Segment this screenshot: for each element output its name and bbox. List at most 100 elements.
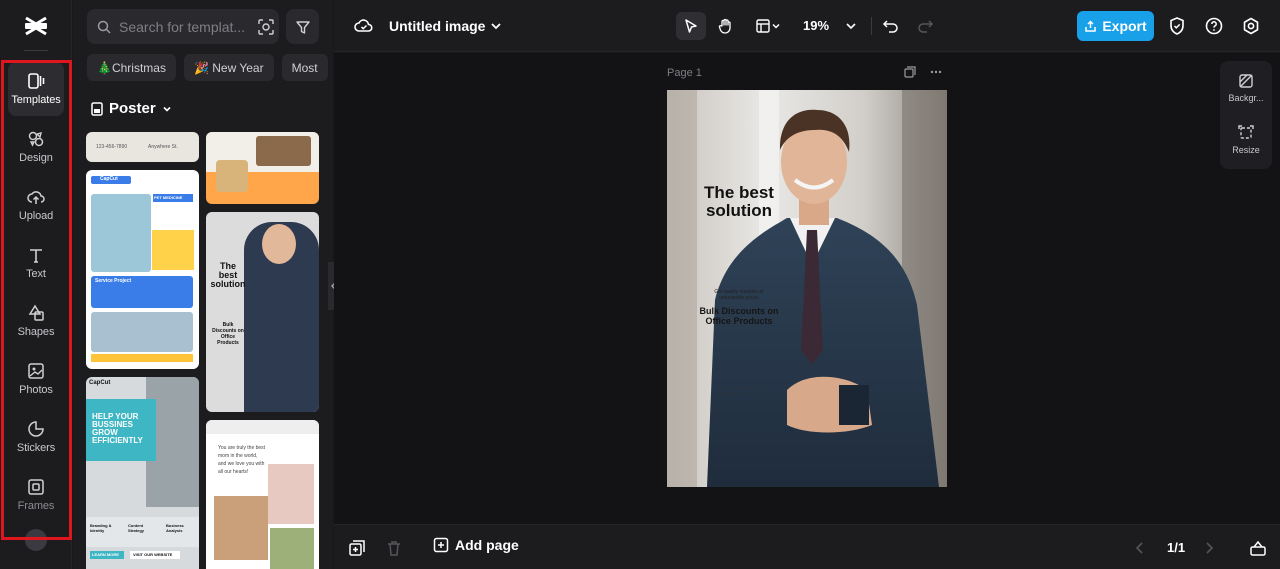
add-layer-icon[interactable]	[348, 539, 366, 557]
export-icon	[1085, 19, 1097, 32]
layout-dropdown[interactable]	[748, 12, 788, 40]
template-text: Service Project	[95, 278, 132, 284]
rail-divider	[24, 50, 48, 51]
right-toolbar: Backgr... Resize	[1220, 61, 1272, 169]
template-search[interactable]: Search for templat...	[87, 9, 279, 44]
settings-gear-icon[interactable]	[1241, 16, 1261, 36]
text-icon	[30, 249, 42, 263]
template-card[interactable]: 123-456-7890 Anywhere St.	[86, 132, 199, 162]
rail-label: Text	[26, 268, 46, 280]
redo-icon[interactable]	[916, 17, 934, 35]
rail-item-design[interactable]: Design	[8, 120, 64, 174]
template-text: VISIT OUR WEBSITE	[133, 552, 173, 557]
trash-icon[interactable]	[385, 539, 403, 557]
zoom-chevron-down-icon[interactable]	[845, 20, 857, 32]
capcut-logo-icon[interactable]	[22, 12, 50, 40]
template-card[interactable]: CapCut PET MEDICINE Service Project	[86, 170, 199, 369]
search-input[interactable]: Search for templat...	[119, 19, 245, 35]
page-counter: 1/1	[1167, 540, 1186, 555]
next-page-icon[interactable]	[1200, 539, 1218, 557]
add-page-button[interactable]: Add page	[433, 537, 519, 553]
background-icon	[1239, 74, 1253, 88]
resize-button[interactable]: Resize	[1220, 125, 1272, 155]
stickers-icon	[28, 421, 44, 437]
poster-page[interactable]: The best solution Get quality supplies a…	[667, 90, 947, 487]
rail-item-photos[interactable]: Photos	[8, 352, 64, 406]
template-text: HELP YOUR BUSSINES GROW EFFICIENTLY	[92, 412, 143, 445]
bottom-bar: Add page 1/1	[334, 524, 1280, 569]
rail-item-shapes[interactable]: Shapes	[8, 294, 64, 348]
rail-item-templates[interactable]: Templates	[8, 62, 64, 116]
search-icon	[97, 20, 111, 34]
shapes-icon	[28, 304, 44, 321]
poster-category-dropdown[interactable]: Poster	[91, 100, 172, 117]
poster-title[interactable]: The best solution	[691, 184, 787, 220]
filter-icon	[295, 20, 310, 34]
layout-icon	[756, 19, 770, 33]
pages-panel-icon[interactable]	[1249, 539, 1267, 557]
resize-icon	[1238, 125, 1254, 139]
chip-new-year[interactable]: 🎉 New Year	[183, 54, 274, 81]
help-icon[interactable]	[1204, 16, 1224, 36]
rail-item-stickers[interactable]: Stickers	[8, 410, 64, 464]
export-button[interactable]: Export	[1077, 11, 1154, 41]
rail-label: Shapes	[17, 326, 55, 338]
canvas-area: Page 1 The best solution Get quality sup…	[334, 53, 1280, 524]
template-text: The best solution	[210, 261, 246, 289]
chevron-down-icon[interactable]	[489, 19, 503, 33]
rail-label: Frames	[17, 500, 55, 512]
document-title[interactable]: Untitled image	[389, 18, 485, 34]
chip-christmas[interactable]: 🎄Christmas	[87, 54, 176, 81]
select-tool-button[interactable]	[676, 12, 706, 40]
template-card[interactable]: CapCut HELP YOUR BUSSINES GROW EFFICIENT…	[86, 377, 199, 569]
image-search-icon[interactable]	[257, 18, 275, 36]
previous-page-icon[interactable]	[1131, 539, 1149, 557]
template-text: CapCut	[100, 176, 118, 182]
page-actions	[904, 66, 942, 78]
rail-nav: Templates Design Upload Text Shapes Phot…	[0, 62, 72, 526]
template-text: LEARN MORE	[92, 552, 119, 557]
background-label: Backgr...	[1228, 93, 1264, 103]
poster-footer[interactable]: 123-456-7890 anywhere st.	[707, 386, 771, 396]
template-card[interactable]	[206, 132, 319, 204]
top-bar: Untitled image 19% Export	[334, 0, 1280, 52]
design-icon	[28, 131, 44, 147]
more-options-icon[interactable]	[930, 66, 942, 78]
rail-label: Photos	[19, 384, 53, 396]
page-label: Page 1	[667, 67, 702, 79]
rail-label: Stickers	[16, 442, 56, 454]
hand-tool-button[interactable]	[710, 12, 740, 40]
poster-subtitle[interactable]: Bulk Discounts on Office Products	[697, 306, 781, 326]
more-tools-button[interactable]	[25, 529, 47, 551]
cursor-icon	[685, 19, 697, 33]
rail-item-upload[interactable]: Upload	[8, 178, 64, 232]
rail-item-text[interactable]: Text	[8, 236, 64, 290]
poster-small-text[interactable]: Get quality supplies at unbeatable price…	[703, 289, 775, 301]
template-column-left: 123-456-7890 Anywhere St. CapCut PET MED…	[86, 132, 199, 569]
toolbar-divider	[871, 17, 872, 35]
template-text: Anywhere St.	[148, 144, 178, 150]
filter-button[interactable]	[286, 9, 319, 44]
template-card[interactable]: You are truly the best mom in the world,…	[206, 420, 319, 569]
background-button[interactable]: Backgr...	[1220, 73, 1272, 103]
section-title: Poster	[109, 100, 156, 117]
template-column-right: The best solution Bulk Discounts on Offi…	[206, 132, 319, 569]
chip-most[interactable]: Most	[281, 54, 328, 81]
hand-icon	[718, 18, 731, 34]
add-page-icon	[433, 537, 449, 553]
category-chips: 🎄Christmas 🎉 New Year Most	[87, 54, 333, 81]
export-label: Export	[1102, 18, 1147, 34]
left-rail: Templates Design Upload Text Shapes Phot…	[0, 0, 72, 569]
templates-panel: Search for templat... 🎄Christmas 🎉 New Y…	[73, 0, 333, 569]
shield-icon[interactable]	[1167, 16, 1187, 36]
template-card[interactable]: The best solution Bulk Discounts on Offi…	[206, 212, 319, 412]
zoom-level[interactable]: 19%	[803, 18, 829, 33]
rail-item-frames[interactable]: Frames	[8, 468, 64, 522]
chevron-down-icon	[163, 106, 171, 112]
rail-label: Design	[19, 152, 53, 164]
template-text: 123-456-7890	[96, 144, 128, 150]
resize-label: Resize	[1232, 145, 1260, 155]
undo-icon[interactable]	[882, 17, 900, 35]
duplicate-page-icon[interactable]	[904, 66, 916, 78]
cloud-save-icon[interactable]	[354, 16, 374, 36]
